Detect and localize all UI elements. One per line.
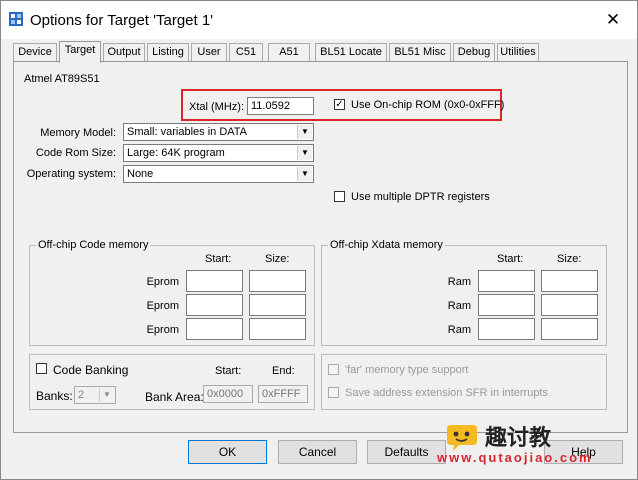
window-title: Options for Target 'Target 1' — [30, 12, 214, 29]
tab-utilities[interactable]: Utilities — [497, 43, 539, 61]
banks-value: 2 — [78, 389, 85, 401]
eprom-start-input[interactable] — [186, 270, 243, 292]
eprom-size-input[interactable] — [249, 318, 306, 340]
ram-start-input[interactable] — [478, 294, 535, 316]
xtal-label: Xtal (MHz): — [189, 101, 244, 113]
code-rom-size-label: Code Rom Size: — [35, 147, 116, 159]
close-icon[interactable]: ✕ — [601, 9, 625, 31]
dptr-checkbox[interactable] — [334, 191, 345, 202]
onchip-rom-checkbox[interactable]: ✓ — [334, 99, 345, 110]
eprom-label: Eprom — [146, 276, 179, 288]
xtal-input[interactable]: 11.0592 — [247, 97, 314, 115]
code-banking-label: Code Banking — [53, 363, 129, 377]
watermark: 趣讨教 www.qutaojiao.com — [437, 419, 625, 469]
onchip-rom-label: Use On-chip ROM (0x0-0xFFF) — [351, 99, 505, 111]
os-value: None — [127, 168, 154, 180]
chevron-down-icon: ▼ — [297, 146, 312, 160]
chevron-down-icon: ▼ — [297, 125, 312, 139]
eprom-size-input[interactable] — [249, 294, 306, 316]
defaults-button[interactable]: Defaults — [367, 440, 446, 464]
offchip-xdata-start-header: Start: — [497, 253, 524, 265]
dptr-label: Use multiple DPTR registers — [351, 191, 490, 203]
offchip-xdata-size-header: Size: — [557, 253, 582, 265]
eprom-label: Eprom — [146, 300, 179, 312]
offchip-xdata-title: Off-chip Xdata memory — [328, 239, 445, 251]
ram-label: Ram — [447, 300, 471, 312]
offchip-code-size-header: Size: — [265, 253, 290, 265]
far-memory-checkbox[interactable] — [328, 364, 339, 375]
device-name: Atmel AT89S51 — [24, 73, 100, 85]
ram-start-input[interactable] — [478, 318, 535, 340]
keil-app-icon — [9, 12, 23, 26]
offchip-code-start-header: Start: — [205, 253, 232, 265]
memory-model-select[interactable]: Small: variables in DATA ▼ — [123, 123, 314, 141]
tab-c51[interactable]: C51 — [229, 43, 263, 61]
save-sfr-label: Save address extension SFR in interrupts — [345, 387, 548, 399]
tab-listing[interactable]: Listing — [147, 43, 189, 61]
ok-button[interactable]: OK — [188, 440, 267, 464]
tab-user[interactable]: User — [191, 43, 227, 61]
ram-size-input[interactable] — [541, 318, 598, 340]
chevron-down-icon: ▼ — [99, 388, 114, 402]
tab-output[interactable]: Output — [103, 43, 145, 61]
ram-label: Ram — [447, 276, 471, 288]
eprom-size-input[interactable] — [249, 270, 306, 292]
eprom-start-input[interactable] — [186, 318, 243, 340]
bank-end-header: End: — [272, 365, 295, 377]
bank-start-header: Start: — [215, 365, 242, 377]
ram-label: Ram — [447, 324, 471, 336]
banks-label: Banks: — [36, 389, 73, 403]
watermark-url: www.qutaojiao.com — [437, 450, 593, 465]
far-memory-label: 'far' memory type support — [345, 364, 469, 376]
tab-target[interactable]: Target — [59, 41, 101, 63]
bank-area-start-input[interactable]: 0x0000 — [203, 385, 253, 403]
code-rom-size-value: Large: 64K program — [127, 147, 225, 159]
memory-model-value: Small: variables in DATA — [127, 126, 248, 138]
tab-bl51-locate[interactable]: BL51 Locate — [315, 43, 387, 61]
tab-bl51-misc[interactable]: BL51 Misc — [389, 43, 451, 61]
tab-device[interactable]: Device — [13, 43, 57, 61]
mascot-icon — [447, 425, 477, 451]
os-label: Operating system: — [26, 168, 116, 180]
far-memory-group — [321, 354, 607, 410]
memory-model-label: Memory Model: — [40, 127, 116, 139]
save-sfr-checkbox[interactable] — [328, 387, 339, 398]
ram-start-input[interactable] — [478, 270, 535, 292]
ram-size-input[interactable] — [541, 270, 598, 292]
ram-size-input[interactable] — [541, 294, 598, 316]
code-banking-checkbox[interactable] — [36, 363, 47, 374]
offchip-code-title: Off-chip Code memory — [36, 239, 151, 251]
title-bar: Options for Target 'Target 1' ✕ — [1, 1, 637, 39]
eprom-label: Eprom — [146, 324, 179, 336]
os-select[interactable]: None ▼ — [123, 165, 314, 183]
bank-area-label: Bank Area: — [145, 390, 204, 404]
banks-select[interactable]: 2 ▼ — [74, 386, 116, 404]
watermark-name: 趣讨教 — [485, 425, 552, 450]
chevron-down-icon: ▼ — [297, 167, 312, 181]
cancel-button[interactable]: Cancel — [278, 440, 357, 464]
options-dialog: Options for Target 'Target 1' ✕ Device T… — [0, 0, 638, 480]
code-rom-size-select[interactable]: Large: 64K program ▼ — [123, 144, 314, 162]
eprom-start-input[interactable] — [186, 294, 243, 316]
bank-area-end-input[interactable]: 0xFFFF — [258, 385, 308, 403]
tab-a51[interactable]: A51 — [268, 43, 310, 61]
tab-debug[interactable]: Debug — [453, 43, 495, 61]
